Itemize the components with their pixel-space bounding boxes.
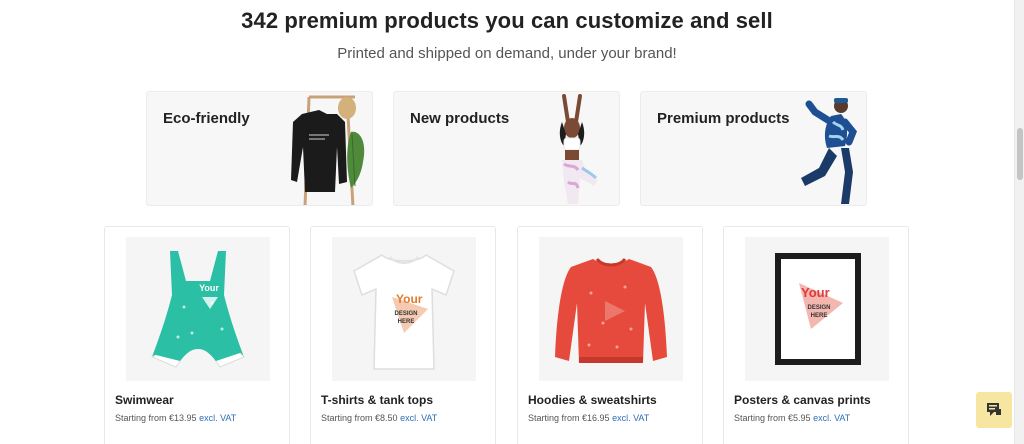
swimsuit-icon: Your: [150, 251, 245, 368]
category-label: Premium products: [657, 110, 790, 127]
product-price: Starting from €13.95 excl. VAT: [115, 413, 236, 423]
design-mark-text: Your: [801, 285, 830, 300]
price-value: €13.95: [169, 413, 197, 423]
design-mark-text: Your: [396, 292, 423, 306]
product-card-swimwear[interactable]: Your Swimwear Starting from €13.95 excl.…: [104, 226, 290, 444]
scrollbar-thumb[interactable]: [1017, 128, 1023, 180]
vat-note: excl. VAT: [612, 413, 650, 423]
price-value: €8.50: [375, 413, 398, 423]
vat-note: excl. VAT: [400, 413, 438, 423]
product-image: Your DESIGN HERE: [745, 237, 889, 381]
design-mark-text: DESIGN: [807, 305, 830, 311]
category-card-eco-friendly[interactable]: Eco-friendly: [146, 91, 373, 206]
price-value: €5.95: [788, 413, 811, 423]
category-card-new-products[interactable]: New products: [393, 91, 620, 206]
category-label: New products: [410, 110, 510, 127]
price-prefix: Starting from: [321, 413, 376, 423]
product-name: T-shirts & tank tops: [321, 393, 434, 407]
poster-frame-icon: Your DESIGN HERE: [775, 253, 861, 365]
vat-note: excl. VAT: [813, 413, 851, 423]
chat-button[interactable]: [976, 392, 1012, 428]
jumping-model-icon: [801, 98, 858, 204]
product-card-posters[interactable]: Your DESIGN HERE Posters & canvas prints…: [723, 226, 909, 444]
product-image: Your: [126, 237, 270, 381]
page-subtitle: Printed and shipped on demand, under you…: [337, 45, 677, 62]
price-prefix: Starting from: [115, 413, 170, 423]
category-label: Eco-friendly: [163, 110, 250, 127]
product-name: Hoodies & sweatshirts: [528, 393, 657, 407]
sweatshirt-on-rack-icon: [291, 95, 365, 205]
vat-note: excl. VAT: [199, 413, 237, 423]
product-name: Swimwear: [115, 393, 174, 407]
price-prefix: Starting from: [734, 413, 789, 423]
page-scrollbar[interactable]: [1014, 0, 1024, 444]
sweatshirt-icon: [555, 257, 667, 363]
price-value: €16.95: [582, 413, 610, 423]
yoga-model-icon: [559, 94, 598, 204]
product-price: Starting from €16.95 excl. VAT: [528, 413, 649, 423]
design-mark-text: HERE: [811, 313, 828, 319]
design-mark-text: HERE: [398, 319, 415, 325]
product-image: Your DESIGN HERE: [332, 237, 476, 381]
design-mark-text: Your: [199, 283, 219, 293]
product-price: Starting from €8.50 excl. VAT: [321, 413, 437, 423]
chat-bubble-icon: [987, 403, 1001, 416]
product-price: Starting from €5.95 excl. VAT: [734, 413, 850, 423]
product-card-tshirts[interactable]: Your DESIGN HERE T-shirts & tank tops St…: [310, 226, 496, 444]
page-title: 342 premium products you can customize a…: [241, 8, 773, 33]
category-card-premium-products[interactable]: Premium products: [640, 91, 867, 206]
product-image: [539, 237, 683, 381]
price-prefix: Starting from: [528, 413, 583, 423]
product-name: Posters & canvas prints: [734, 393, 871, 407]
product-card-hoodies[interactable]: Hoodies & sweatshirts Starting from €16.…: [517, 226, 703, 444]
design-mark-text: DESIGN: [394, 311, 417, 317]
tshirt-icon: Your DESIGN HERE: [353, 254, 455, 370]
